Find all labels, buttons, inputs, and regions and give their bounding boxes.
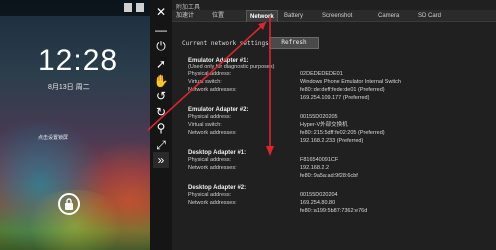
more-tools-icon[interactable]: » xyxy=(153,152,169,168)
refresh-button[interactable]: Refresh xyxy=(269,37,319,49)
emulator-screen[interactable]: 12:28 8月13日 周二 点击设置锁屏 xyxy=(0,0,150,250)
row-value: 169.254.80.80 fe80::a199:5b87:7362:e76d xyxy=(300,200,368,214)
unlock-button[interactable] xyxy=(58,193,80,215)
pointer-icon[interactable]: ➚ xyxy=(153,56,169,72)
battery-icon xyxy=(136,3,144,12)
row-key: Network addresses: xyxy=(188,87,237,93)
adapter-row: Network addresses: 192.168.2.2 fe80::9a5a… xyxy=(188,164,488,180)
row-value: fe80::215:5dff:fe02:205 (Preferred) 192.… xyxy=(300,130,385,144)
adapter-section: Emulator Adapter #2: Physical address: 001… xyxy=(188,107,488,145)
adapter-row: Network addresses: fe80::de:deff:fede:de0… xyxy=(188,86,488,102)
lock-icon xyxy=(65,198,73,210)
tab-位置[interactable]: 位置 xyxy=(212,10,224,22)
row-value: F816540091CF xyxy=(300,157,339,163)
adapter-row: Virtual switch: Windows Phone Emulator In… xyxy=(188,78,488,86)
hand-icon[interactable]: ✋ xyxy=(153,73,169,89)
adapter-row: Physical address: 02DEDEDEDE01 xyxy=(188,70,488,78)
emulator-toolbar: ✕ — ⏻ ➚ ✋ ↺ ↻ ⚲ ⤢» xyxy=(150,0,172,250)
minimize-icon[interactable]: — xyxy=(153,22,169,38)
adapter-section: Emulator Adapter #1: (Used only for diagn… xyxy=(188,58,488,102)
row-key: Physical address: xyxy=(188,71,232,77)
close-icon[interactable]: ✕ xyxy=(153,4,169,20)
additional-tools-window: 附加工具 加速计 位置 Network Battery Screenshot Camera… xyxy=(172,0,496,250)
tab-加速计[interactable]: 加速计 xyxy=(176,10,194,22)
row-value: 02DEDEDEDE01 xyxy=(300,71,343,77)
row-value: 00155D020204 xyxy=(300,192,338,198)
adapter-section: Desktop Adapter #2: Physical address: 0015… xyxy=(188,185,488,215)
lockscreen-date: 8月13日 周二 xyxy=(48,84,90,91)
zoom-icon[interactable]: ⚲ xyxy=(153,120,169,136)
fit-screen-icon[interactable]: ⤢ xyxy=(153,137,169,153)
adapter-row: Network addresses: 169.254.80.80 fe80::a1… xyxy=(188,199,488,215)
adapter-section: Desktop Adapter #1: Physical address: F816… xyxy=(188,150,488,180)
tab-sd-card[interactable]: SD Card xyxy=(418,10,441,22)
rotate-left-icon[interactable]: ↺ xyxy=(153,88,169,104)
row-key: Physical address: xyxy=(188,114,232,120)
lockscreen-clock: 12:28 xyxy=(38,44,119,77)
row-key: Physical address: xyxy=(188,157,232,163)
row-value: Windows Phone Emulator Internal Switch xyxy=(300,79,401,85)
row-key: Virtual switch: xyxy=(188,122,222,128)
status-bar xyxy=(0,0,150,16)
tab-bar: 加速计 位置 Network Battery Screenshot Camera SD Ca… xyxy=(172,10,496,22)
wifi-icon xyxy=(124,3,132,12)
adapter-list: Emulator Adapter #1: (Used only for diagn… xyxy=(188,58,488,220)
adapter-row: Network addresses: fe80::215:5dff:fe02:20… xyxy=(188,129,488,145)
row-value: Hyper-V外部交换机 xyxy=(300,122,348,128)
rotate-right-icon[interactable]: ↻ xyxy=(153,104,169,120)
row-key: Network addresses: xyxy=(188,130,237,136)
owner-info: 点击设置锁屏 xyxy=(38,135,69,141)
tab-battery[interactable]: Battery xyxy=(284,10,303,22)
tab-screenshot[interactable]: Screenshot xyxy=(322,10,352,22)
power-icon[interactable]: ⏻ xyxy=(153,38,169,54)
tab-network[interactable]: Network xyxy=(246,10,278,22)
row-key: Virtual switch: xyxy=(188,79,222,85)
adapter-row: Physical address: 00155D020205 xyxy=(188,113,488,121)
adapter-row: Physical address: F816540091CF xyxy=(188,156,488,164)
row-value: fe80::de:deff:fede:de01 (Preferred) 169.… xyxy=(300,87,385,101)
tab-camera[interactable]: Camera xyxy=(378,10,399,22)
row-value: 192.168.2.2 fe80::9a5a:ad:9f28:6cbf xyxy=(300,165,358,179)
adapter-row: Virtual switch: Hyper-V外部交换机 xyxy=(188,121,488,129)
row-value: 00155D020205 xyxy=(300,114,338,120)
adapter-row: Physical address: 00155D020204 xyxy=(188,191,488,199)
network-settings-label: Current network settings: xyxy=(182,40,273,47)
row-key: Physical address: xyxy=(188,192,232,198)
row-key: Network addresses: xyxy=(188,200,237,206)
row-key: Network addresses: xyxy=(188,165,237,171)
